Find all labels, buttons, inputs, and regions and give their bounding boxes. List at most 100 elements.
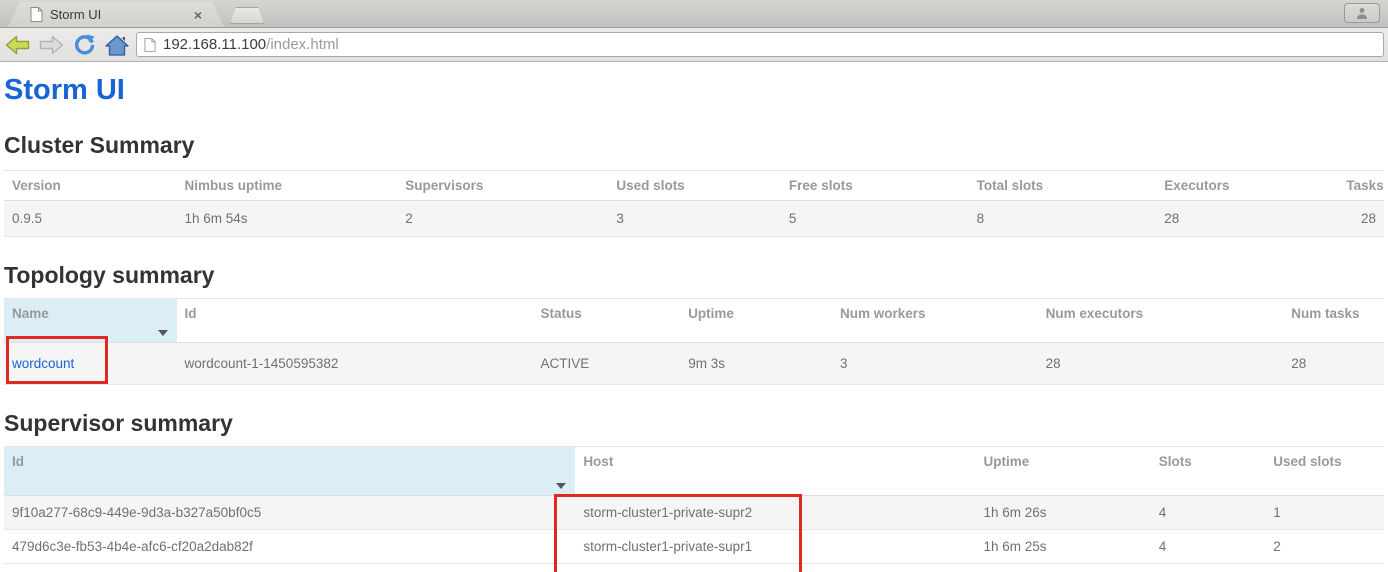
reload-button[interactable] [70, 32, 98, 58]
column-header-uptime[interactable]: Uptime [680, 299, 832, 343]
column-label: Free slots [789, 178, 853, 193]
supervisor-summary-table: Id Host Uptime Slots Used slots 9f10a277-68c9… [4, 446, 1384, 564]
page-title[interactable]: Storm UI [4, 74, 1384, 107]
column-label: Executors [1164, 178, 1229, 193]
column-label: Uptime [984, 454, 1030, 469]
column-header-tasks[interactable]: Tasks [1338, 171, 1384, 201]
cell-total-slots: 8 [969, 201, 1157, 237]
cluster-summary-table: Version Nimbus uptime Supervisors Used slot… [4, 170, 1384, 237]
profile-button[interactable] [1344, 3, 1380, 23]
table-row: 479d6c3e-fb53-4b4e-afc6-cf20a2dab82fstor… [4, 530, 1384, 564]
column-header-num-workers[interactable]: Num workers [832, 299, 1038, 343]
column-label: Used slots [1273, 454, 1341, 469]
table-row: wordcountwordcount-1-1450595382ACTIVE9m … [4, 343, 1384, 385]
cell-executors: 28 [1156, 201, 1338, 237]
cell-free-slots: 5 [781, 201, 969, 237]
tab-close-icon[interactable]: × [194, 8, 202, 22]
cell-tasks: 28 [1338, 201, 1384, 237]
sort-desc-icon [556, 483, 566, 489]
cell-num-executors: 28 [1038, 343, 1284, 385]
browser-window: Storm UI × [0, 0, 1388, 62]
cell-name: wordcount [4, 343, 177, 385]
header-row: Version Nimbus uptime Supervisors Used slot… [4, 171, 1384, 201]
browser-toolbar: 192.168.11.100/index.html [0, 28, 1388, 62]
column-label: Version [12, 178, 61, 193]
column-label: Used slots [616, 178, 684, 193]
column-label: Id [185, 306, 197, 321]
cell-uptime: 1h 6m 25s [976, 530, 1151, 564]
browser-tab[interactable]: Storm UI × [8, 2, 224, 27]
home-button[interactable] [103, 32, 131, 58]
column-label: Supervisors [405, 178, 483, 193]
column-label: Name [12, 306, 49, 321]
header-row: Name Id Status Uptime Num workers Num executo… [4, 299, 1384, 343]
back-icon [5, 34, 31, 56]
cell-host: storm-cluster1-private-supr1 [575, 530, 975, 564]
cluster-summary-heading: Cluster Summary [4, 132, 1384, 159]
column-header-used-slots[interactable]: Used slots [1265, 447, 1384, 496]
column-header-status[interactable]: Status [533, 299, 681, 343]
cell-used-slots: 1 [1265, 496, 1384, 530]
column-header-free-slots[interactable]: Free slots [781, 171, 969, 201]
cell-id: wordcount-1-1450595382 [177, 343, 533, 385]
column-header-version[interactable]: Version [4, 171, 177, 201]
page-icon [144, 38, 156, 52]
column-label: Num executors [1046, 306, 1144, 321]
cell-supervisors: 2 [397, 201, 608, 237]
column-header-slots[interactable]: Slots [1151, 447, 1266, 496]
cell-status: ACTIVE [533, 343, 681, 385]
storm-ui-page: Storm UI Cluster Summary Version Nimbus u… [0, 74, 1388, 564]
column-label: Tasks [1346, 178, 1383, 193]
supervisor-summary-heading: Supervisor summary [4, 410, 1384, 437]
cell-id: 9f10a277-68c9-449e-9d3a-b327a50bf0c5 [4, 496, 575, 530]
column-label: Total slots [977, 178, 1044, 193]
column-header-id[interactable]: Id [4, 447, 575, 496]
tab-bar: Storm UI × [0, 0, 1388, 28]
column-label: Num tasks [1291, 306, 1359, 321]
cell-num-tasks: 28 [1283, 343, 1384, 385]
column-header-host[interactable]: Host [575, 447, 975, 496]
column-header-num-tasks[interactable]: Num tasks [1283, 299, 1384, 343]
url-host: 192.168.11.100 [163, 36, 266, 53]
column-label: Nimbus uptime [185, 178, 283, 193]
cell-id: 479d6c3e-fb53-4b4e-afc6-cf20a2dab82f [4, 530, 575, 564]
column-label: Host [583, 454, 613, 469]
profile-icon [1356, 7, 1368, 20]
column-label: Status [541, 306, 582, 321]
column-header-id[interactable]: Id [177, 299, 533, 343]
column-label: Num workers [840, 306, 926, 321]
column-header-name[interactable]: Name [4, 299, 177, 343]
url-bar[interactable]: 192.168.11.100/index.html [136, 32, 1384, 57]
cell-used-slots: 2 [1265, 530, 1384, 564]
column-label: Slots [1159, 454, 1192, 469]
column-header-nimbus-uptime[interactable]: Nimbus uptime [177, 171, 398, 201]
back-button[interactable] [4, 32, 32, 58]
cell-nimbus-uptime: 1h 6m 54s [177, 201, 398, 237]
cell-host: storm-cluster1-private-supr2 [575, 496, 975, 530]
cell-num-workers: 3 [832, 343, 1038, 385]
tab-title: Storm UI [50, 7, 194, 22]
page-icon [30, 7, 43, 22]
column-label: Uptime [688, 306, 734, 321]
column-header-supervisors[interactable]: Supervisors [397, 171, 608, 201]
column-header-total-slots[interactable]: Total slots [969, 171, 1157, 201]
url-path: /index.html [266, 36, 339, 53]
forward-icon [38, 34, 64, 56]
column-header-used-slots[interactable]: Used slots [608, 171, 781, 201]
table-row: 9f10a277-68c9-449e-9d3a-b327a50bf0c5stor… [4, 496, 1384, 530]
column-header-num-executors[interactable]: Num executors [1038, 299, 1284, 343]
column-header-uptime[interactable]: Uptime [976, 447, 1151, 496]
cell-slots: 4 [1151, 530, 1266, 564]
new-tab-button[interactable] [230, 7, 264, 24]
forward-button[interactable] [37, 32, 65, 58]
cell-version: 0.9.5 [4, 201, 177, 237]
topology-summary-heading: Topology summary [4, 262, 1384, 289]
sort-desc-icon [158, 330, 168, 336]
topology-name-link[interactable]: wordcount [12, 356, 74, 371]
cell-slots: 4 [1151, 496, 1266, 530]
cell-used-slots: 3 [608, 201, 781, 237]
column-header-executors[interactable]: Executors [1156, 171, 1338, 201]
url-text: 192.168.11.100/index.html [163, 36, 339, 53]
header-row: Id Host Uptime Slots Used slots [4, 447, 1384, 496]
cell-uptime: 1h 6m 26s [976, 496, 1151, 530]
